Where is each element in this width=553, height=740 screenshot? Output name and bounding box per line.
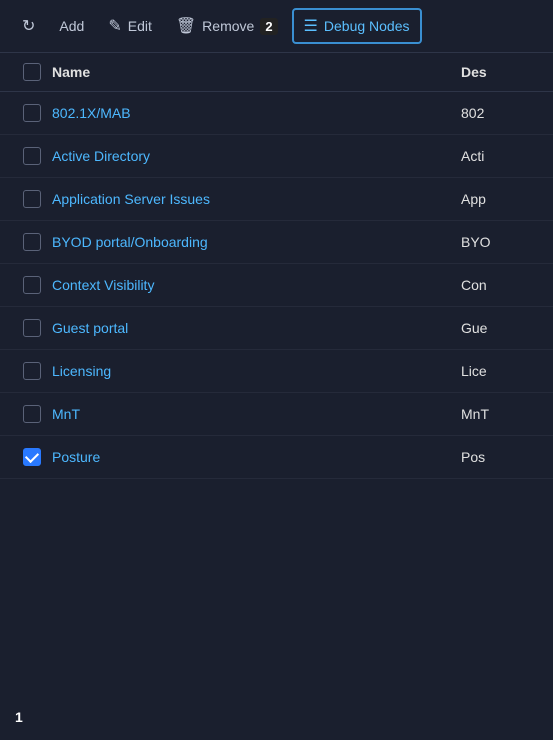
table-row[interactable]: Licensing Lice [0, 350, 553, 393]
table-row[interactable]: Posture Pos [0, 436, 553, 479]
table-header: Name Des [0, 53, 553, 92]
row-name: 802.1X/MAB [52, 105, 461, 121]
row-name: Licensing [52, 363, 461, 379]
row-checkbox-col [12, 190, 52, 208]
row-checkbox[interactable] [23, 276, 41, 294]
trash-icon: 🗑 [176, 16, 196, 36]
remove-button[interactable]: 🗑 Remove 2 [166, 10, 288, 42]
row-name: Application Server Issues [52, 191, 461, 207]
table-row[interactable]: 802.1X/MAB 802 [0, 92, 553, 135]
row-checkbox-col [12, 362, 52, 380]
add-button[interactable]: Add [49, 12, 94, 40]
edit-label: Edit [128, 18, 152, 34]
table-row[interactable]: BYOD portal/Onboarding BYO [0, 221, 553, 264]
debug-nodes-button[interactable]: ☰ Debug Nodes [292, 8, 422, 44]
row-checkbox[interactable] [23, 233, 41, 251]
table-row[interactable]: Guest portal Gue [0, 307, 553, 350]
refresh-button[interactable]: ↻ [12, 10, 45, 42]
row-name: Active Directory [52, 148, 461, 164]
row-desc: Gue [461, 320, 541, 336]
table-row[interactable]: MnT MnT [0, 393, 553, 436]
row-name: BYOD portal/Onboarding [52, 234, 461, 250]
header-name-col: Name [52, 64, 461, 80]
row-checkbox-col [12, 104, 52, 122]
row-checkbox[interactable] [23, 448, 41, 466]
selected-count: 1 [15, 709, 23, 725]
select-all-checkbox[interactable] [23, 63, 41, 81]
row-desc: App [461, 191, 541, 207]
remove-label: Remove [202, 18, 254, 34]
edit-button[interactable]: ✎ Edit [98, 10, 162, 42]
list-icon: ☰ [304, 16, 318, 36]
table-row[interactable]: Active Directory Acti [0, 135, 553, 178]
row-name: Posture [52, 449, 461, 465]
row-desc: Acti [461, 148, 541, 164]
row-desc: Con [461, 277, 541, 293]
row-checkbox-col [12, 147, 52, 165]
table-row[interactable]: Context Visibility Con [0, 264, 553, 307]
row-checkbox-col [12, 233, 52, 251]
table-body: 802.1X/MAB 802 Active Directory Acti App… [0, 92, 553, 479]
row-checkbox[interactable] [23, 319, 41, 337]
row-checkbox-col [12, 319, 52, 337]
row-name: Guest portal [52, 320, 461, 336]
remove-badge: 2 [260, 18, 277, 35]
row-desc: Lice [461, 363, 541, 379]
toolbar: ↻ Add ✎ Edit 🗑 Remove 2 ☰ Debug Nodes [0, 0, 553, 53]
row-checkbox[interactable] [23, 104, 41, 122]
table-row[interactable]: Application Server Issues App [0, 178, 553, 221]
header-checkbox-col [12, 63, 52, 81]
row-checkbox[interactable] [23, 190, 41, 208]
header-desc-col: Des [461, 64, 541, 80]
row-desc: Pos [461, 449, 541, 465]
row-desc: BYO [461, 234, 541, 250]
row-desc: 802 [461, 105, 541, 121]
row-checkbox[interactable] [23, 147, 41, 165]
edit-icon: ✎ [108, 16, 121, 36]
row-checkbox[interactable] [23, 405, 41, 423]
refresh-icon: ↻ [22, 16, 35, 36]
row-checkbox-col [12, 276, 52, 294]
row-checkbox-col [12, 405, 52, 423]
row-checkbox[interactable] [23, 362, 41, 380]
row-name: Context Visibility [52, 277, 461, 293]
row-name: MnT [52, 406, 461, 422]
add-label: Add [59, 18, 84, 34]
row-desc: MnT [461, 406, 541, 422]
row-checkbox-col [12, 448, 52, 466]
debug-nodes-label: Debug Nodes [324, 18, 410, 34]
